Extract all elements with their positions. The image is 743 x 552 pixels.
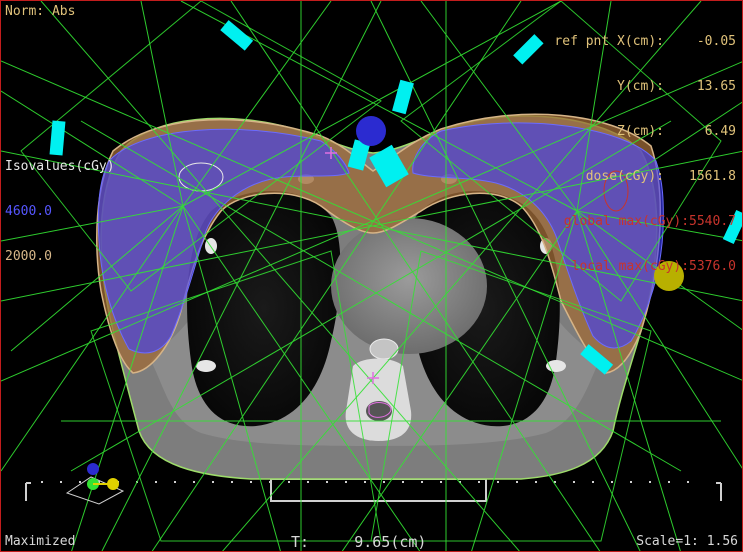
scale-label: Scale=1: 1.56: [636, 534, 738, 549]
reference-point-marker[interactable]: [356, 116, 386, 146]
slice-position: T: 9.65(cm): [291, 533, 427, 551]
orientation-axes-icon: [65, 463, 125, 505]
ref-z-value: 6.49: [704, 124, 736, 139]
ct-dose-viewer[interactable]: Norm: Abs ref pnt X(cm): -0.05 Y(cm): 13.6…: [0, 0, 743, 552]
dose-mode-label: Norm: Abs: [5, 4, 76, 19]
spinal-canal: [366, 401, 392, 421]
global-max-value: 5540.7: [689, 214, 736, 229]
ref-y-value: 13.65: [696, 79, 736, 94]
global-max-label: global max(cGy):: [563, 214, 690, 229]
reference-point-readout: ref pnt X(cm): -0.05 Y(cm): 13.65 Z(cm): 6.…: [554, 4, 736, 304]
isovalue-high: 4600.0: [5, 204, 52, 219]
ref-x-value: -0.05: [696, 34, 736, 49]
ref-z-label: Z(cm):: [617, 124, 664, 139]
ref-x-label: ref pnt X(cm):: [554, 34, 664, 49]
local-max-value: 5376.0: [689, 259, 736, 274]
aorta: [369, 338, 399, 360]
isovalue-low: 2000.0: [5, 249, 52, 264]
vertebra: [345, 358, 412, 441]
isovalues-title: Isovalues(cGy): [5, 159, 115, 174]
window-state-label: Maximized: [5, 534, 76, 549]
heart: [331, 218, 487, 354]
local-max-label: local max(cGy):: [571, 259, 690, 274]
ref-dose-label: dose(cGy):: [585, 169, 664, 184]
ref-dose-value: 1561.8: [689, 169, 736, 184]
isovalues-legend: Isovalues(cGy) 4600.0 2000.0: [5, 129, 115, 294]
ref-y-label: Y(cm):: [617, 79, 664, 94]
